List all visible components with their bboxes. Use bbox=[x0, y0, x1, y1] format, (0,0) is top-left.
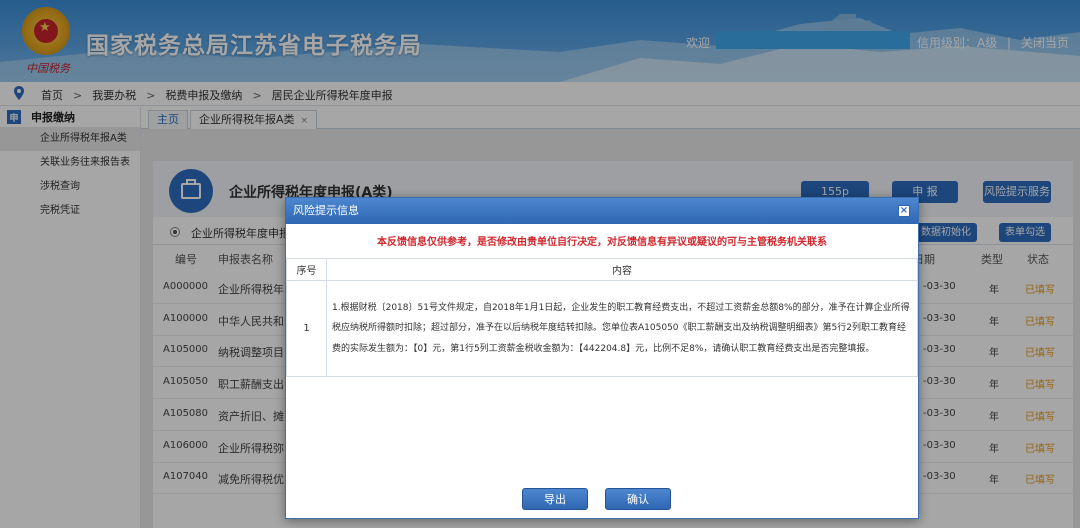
col-no: 序号 bbox=[286, 258, 327, 281]
risk-table: 序号 内容 1 1.根据财税〔2018〕51号文件规定，自2018年1月1日起，… bbox=[286, 258, 918, 377]
risk-row-no: 1 bbox=[286, 280, 327, 377]
export-button[interactable]: 导出 bbox=[522, 488, 588, 510]
risk-table-header: 序号 内容 bbox=[286, 258, 918, 281]
modal-warning: 本反馈信息仅供参考，是否修改由贵单位自行决定，对反馈信息有异议或疑议的可与主管税… bbox=[377, 237, 827, 248]
modal-title: 风险提示信息 bbox=[293, 204, 359, 217]
modal-header: 风险提示信息 × bbox=[286, 198, 918, 224]
risk-modal: 风险提示信息 × 本反馈信息仅供参考，是否修改由贵单位自行决定，对反馈信息有异议… bbox=[285, 197, 919, 519]
risk-row-content: 1.根据财税〔2018〕51号文件规定，自2018年1月1日起，企业发生的职工教… bbox=[326, 280, 918, 377]
table-row: 1 1.根据财税〔2018〕51号文件规定，自2018年1月1日起，企业发生的职… bbox=[286, 280, 918, 377]
col-content: 内容 bbox=[326, 258, 918, 281]
modal-close-icon[interactable]: × bbox=[898, 205, 910, 217]
confirm-button[interactable]: 确认 bbox=[605, 488, 671, 510]
